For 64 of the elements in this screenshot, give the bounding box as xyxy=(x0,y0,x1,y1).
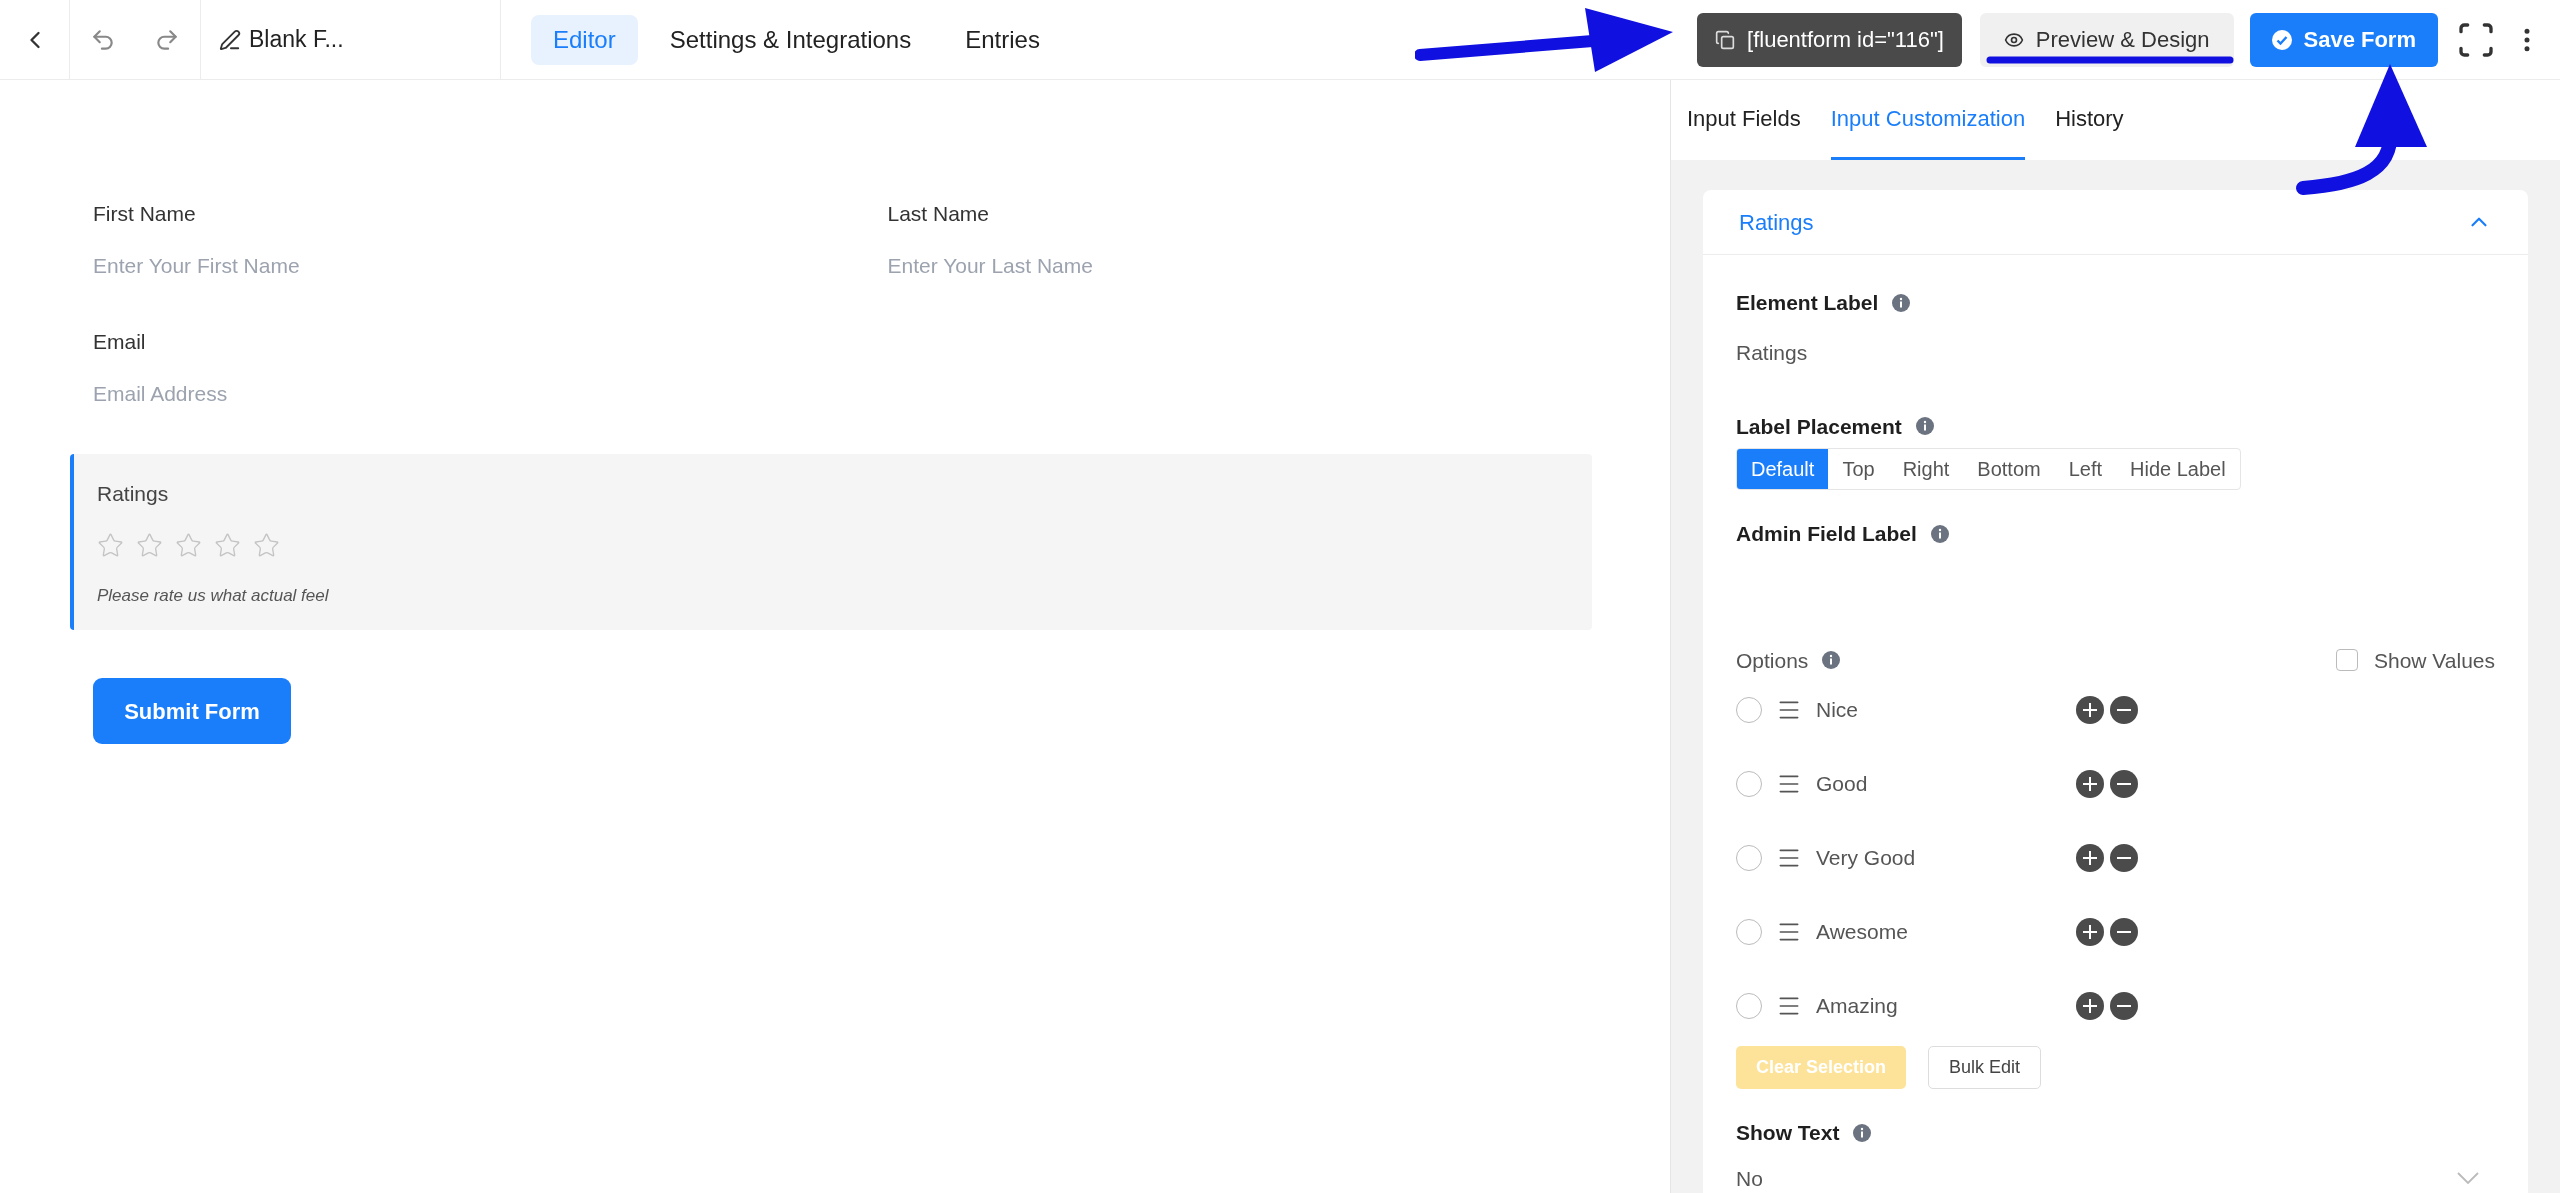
add-icon[interactable] xyxy=(2076,918,2104,946)
placement-option[interactable]: Top xyxy=(1828,449,1889,489)
info-icon xyxy=(1930,524,1949,543)
placement-option[interactable]: Hide Label xyxy=(2116,449,2240,489)
star-icon[interactable] xyxy=(175,531,202,559)
add-icon[interactable] xyxy=(2076,770,2104,798)
remove-icon[interactable] xyxy=(2110,844,2138,872)
option-label[interactable]: Amazing xyxy=(1816,990,2076,1022)
info-icon xyxy=(1915,417,1934,436)
placement-option[interactable]: Default xyxy=(1737,449,1829,489)
field-label: First Name xyxy=(93,201,197,227)
info-icon xyxy=(1892,293,1911,312)
checkbox[interactable] xyxy=(2335,649,2358,672)
submit-form-button[interactable]: Submit Form xyxy=(93,678,291,744)
caret-icon xyxy=(2457,1172,2479,1185)
setting-label: Label Placement xyxy=(1736,413,1902,440)
info-icon xyxy=(1853,1123,1872,1142)
panel-tab[interactable]: History xyxy=(2055,80,2124,160)
star-icon[interactable] xyxy=(253,531,280,559)
text-input[interactable]: Enter Your Last Name xyxy=(887,249,1592,281)
nav-tab[interactable]: Settings & Integrations xyxy=(647,14,934,65)
check-circle-icon xyxy=(2271,29,2292,50)
element-label-input[interactable]: Ratings xyxy=(1736,336,2495,369)
ratings-field-card[interactable]: Ratings Please rate us what actual feel xyxy=(70,454,1592,630)
section-title[interactable]: Ratings xyxy=(1739,205,1814,239)
add-icon[interactable] xyxy=(2076,992,2104,1020)
add-icon[interactable] xyxy=(2076,696,2104,724)
text-input[interactable]: Email Address xyxy=(93,377,798,409)
setting-label: Admin Field Label xyxy=(1736,521,1917,547)
checkbox-label[interactable]: Show Values xyxy=(2373,644,2495,676)
option-label[interactable]: Good xyxy=(1816,768,2076,800)
help-text: Please rate us what actual feel xyxy=(97,584,330,607)
info-icon xyxy=(1822,651,1841,670)
panel-tab[interactable]: Input Customization xyxy=(1830,80,2026,160)
remove-icon[interactable] xyxy=(2110,918,2138,946)
placement-option[interactable]: Right xyxy=(1888,449,1964,489)
placement-option[interactable]: Left xyxy=(2054,449,2117,489)
shortcode-button[interactable]: [fluentform id="116"] xyxy=(1697,12,1962,67)
setting-label: Show Text xyxy=(1736,1120,1840,1146)
setting-label: Element Label xyxy=(1736,290,1879,316)
add-icon[interactable] xyxy=(2076,844,2104,872)
placement-option[interactable]: Bottom xyxy=(1963,449,2055,489)
remove-icon[interactable] xyxy=(2110,992,2138,1020)
option-label[interactable]: Nice xyxy=(1816,694,2076,726)
star-icon[interactable] xyxy=(214,531,241,559)
bulk-edit-button[interactable]: Bulk Edit xyxy=(1928,1046,2042,1089)
pencil-icon xyxy=(219,28,241,51)
setting-label: Options xyxy=(1736,647,1809,674)
form-title[interactable]: Blank F... xyxy=(249,22,344,57)
remove-icon[interactable] xyxy=(2110,696,2138,724)
save-form-button[interactable]: Save Form xyxy=(2249,12,2438,67)
text-input[interactable]: Enter Your First Name xyxy=(93,249,798,281)
field-label: Ratings xyxy=(97,481,170,507)
star-icon[interactable] xyxy=(97,531,124,559)
panel-tab[interactable]: Input Fields xyxy=(1687,80,1801,160)
field-label: Last Name xyxy=(887,201,991,227)
copy-icon xyxy=(1715,29,1736,50)
star-icon[interactable] xyxy=(136,531,163,559)
remove-icon[interactable] xyxy=(2110,770,2138,798)
nav-tab[interactable]: Entries xyxy=(943,14,1062,65)
option-label[interactable]: Awesome xyxy=(1816,916,2076,948)
option-label[interactable]: Very Good xyxy=(1816,842,2076,874)
field-label: Email xyxy=(93,329,147,355)
show-text-select[interactable]: No xyxy=(1736,1162,2495,1193)
